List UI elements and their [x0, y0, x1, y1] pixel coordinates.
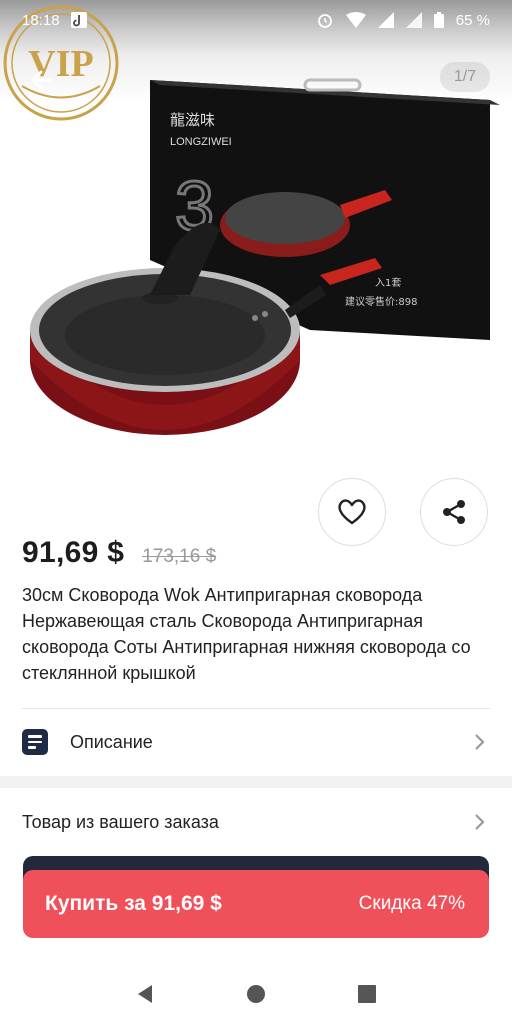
discount-label: Скидка 47% [358, 893, 465, 914]
box-count-text: 入1套 [375, 276, 401, 289]
home-circle-icon [246, 985, 265, 1003]
favorite-button[interactable] [318, 478, 386, 546]
battery-percent: 65 % [455, 11, 490, 29]
box-brand-cn: 龍滋味 [170, 111, 215, 129]
price-old: 173,16 $ [142, 546, 217, 567]
arrow-left-icon [31, 70, 53, 90]
tiktok-icon [70, 11, 88, 29]
description-icon [22, 729, 48, 755]
alarm-icon [316, 11, 334, 29]
nav-recents-button[interactable] [347, 974, 387, 1014]
description-row[interactable]: Описание [0, 712, 512, 772]
back-button[interactable] [22, 60, 62, 100]
status-time: 18:18 [22, 11, 60, 29]
order-item-label: Товар из вашего заказа [22, 811, 219, 832]
battery-icon [433, 12, 444, 28]
heart-icon [338, 499, 366, 525]
order-item-row[interactable]: Товар из вашего заказа [0, 792, 512, 852]
section-separator [0, 776, 512, 788]
chevron-right-icon [470, 812, 490, 832]
back-triangle-icon [138, 985, 153, 1003]
description-label: Описание [70, 731, 153, 752]
gallery-page-indicator: 1/7 [440, 62, 490, 92]
signal-icon [377, 12, 394, 28]
divider [22, 708, 490, 709]
chevron-right-icon [470, 732, 490, 752]
price-row: 91,69 $ 173,16 $ [22, 536, 216, 570]
box-price-text: 建议零售价:898 [345, 295, 417, 308]
nav-back-button[interactable] [125, 974, 165, 1014]
share-icon [443, 500, 465, 524]
product-title: 30см Сковорода Wok Антипригарная сковоро… [22, 585, 471, 683]
price-current: 91,69 $ [22, 536, 125, 569]
wifi-icon [345, 12, 366, 28]
signal-icon [405, 12, 422, 28]
nav-home-button[interactable] [236, 974, 276, 1014]
system-nav-bar [0, 964, 512, 1024]
status-bar: 18:18 65 % [0, 0, 512, 40]
buy-button[interactable]: Купить за 91,69 $ Скидка 47% [23, 870, 489, 938]
recents-square-icon [357, 985, 376, 1003]
box-brand: LONGZIWEI [170, 136, 232, 148]
share-button[interactable] [420, 478, 488, 546]
buy-button-label: Купить за 91,69 $ [45, 892, 222, 915]
